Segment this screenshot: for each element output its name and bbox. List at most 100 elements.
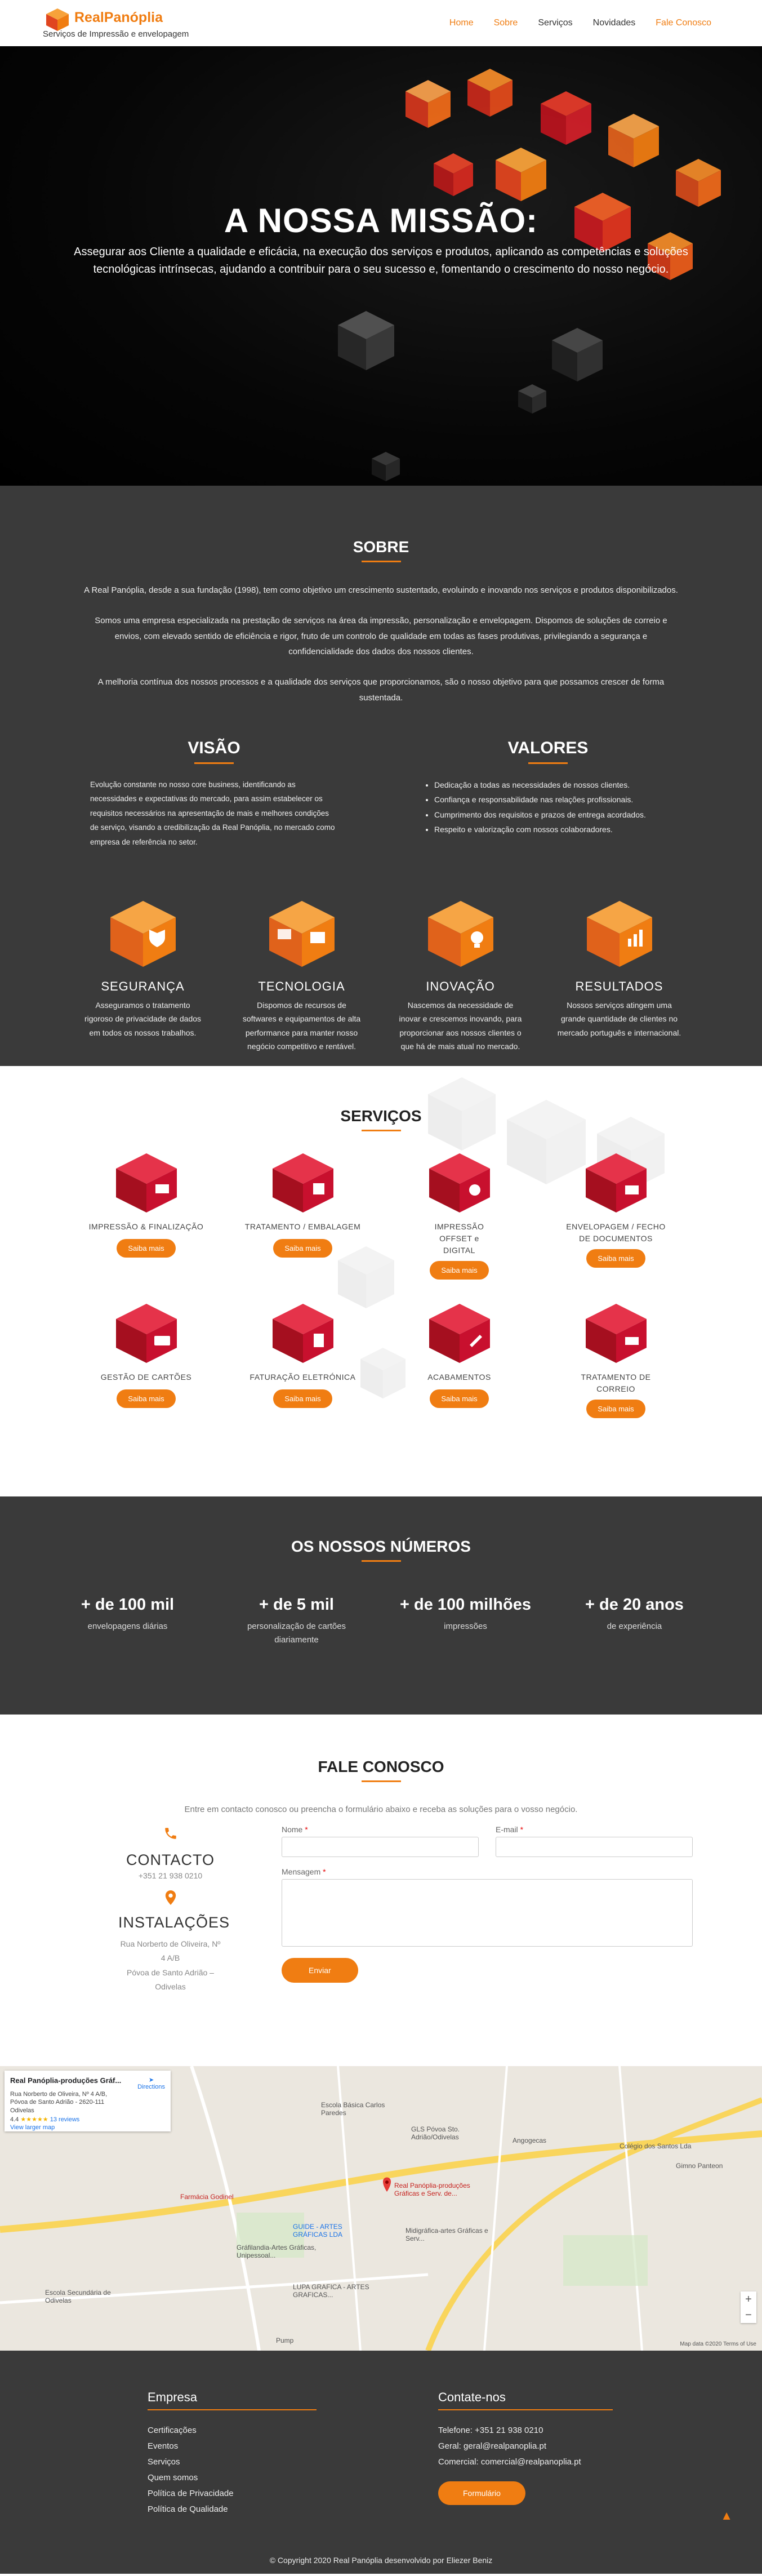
footer-email-comercial[interactable]: Comercial: comercial@realpanoplia.pt (438, 2454, 613, 2470)
nome-input[interactable] (282, 1837, 479, 1857)
pillar-title: INOVAÇÃO (426, 979, 495, 993)
pillar-title: SEGURANÇA (101, 979, 185, 993)
numeros-row: + de 100 mil envelopagens diárias + de 5… (0, 1596, 762, 1647)
servicos-grid: IMPRESSÃO & FINALIZAÇÃO Saiba mais TRATA… (0, 1152, 762, 1418)
footer-email-geral[interactable]: Geral: geral@realpanoplia.pt (438, 2439, 613, 2454)
map-label: Angogecas (513, 2137, 547, 2144)
nav-servicos[interactable]: Serviços (538, 18, 572, 28)
pillar-text: Asseguramos o tratamento rigoroso de pri… (84, 1000, 202, 1037)
saiba-mais-button[interactable]: Saiba mais (117, 1239, 176, 1258)
footer-links: Certificações Eventos Serviços Quem somo… (148, 2423, 317, 2517)
enviar-button[interactable]: Enviar (282, 1958, 358, 1983)
fale-subtitle: Entre em contacto conosco ou preencha o … (184, 1805, 578, 1814)
footer-underline (148, 2409, 317, 2410)
title-underline (528, 762, 568, 764)
map-reviews-link[interactable]: 13 reviews (50, 2116, 80, 2123)
map-label: Colégio dos Santos Lda (620, 2142, 692, 2150)
valores-column: VALORES Dedicação a todas as necessidade… (424, 739, 672, 850)
service-card: GESTÃO DE CARTÕES Saiba mais (68, 1302, 225, 1418)
stat-item: + de 20 anos de experiência (550, 1596, 719, 1647)
service-card: IMPRESSÃO & FINALIZAÇÃO Saiba mais (68, 1152, 225, 1280)
map-label: Gimno Panteon (676, 2162, 723, 2170)
contacto-title: CONTACTO (126, 1851, 215, 1868)
instalacoes-title: INSTALAÇÕES (118, 1914, 230, 1931)
sobre-paragraph-1: A Real Panóplia, desde a sua fundação (1… (84, 585, 678, 595)
envelope-cube-icon (585, 1153, 647, 1213)
footer-contate: Contate-nos Telefone: +351 21 938 0210 G… (438, 2390, 613, 2505)
hero-title: A NOSSA MISSÃO: (224, 202, 538, 239)
email-input[interactable] (496, 1837, 693, 1857)
title-underline (361, 1560, 401, 1562)
footer-empresa: Empresa Certificações Eventos Serviços Q… (148, 2390, 317, 2517)
saiba-mais-button[interactable]: Saiba mais (586, 1249, 645, 1268)
map-label: Farmácia Godinel (180, 2193, 234, 2201)
visao-valores: VISÃO Evolução constante no nosso core b… (0, 739, 762, 850)
sobre-paragraph-3: A melhoria contínua dos nossos processos… (97, 677, 665, 703)
directions-button[interactable]: ➤ Directions (137, 2076, 165, 2090)
service-label: FATURAÇÃO ELETRÓNICA (249, 1373, 356, 1382)
scroll-to-top-icon[interactable]: ▲ (720, 2508, 733, 2523)
footer-link[interactable]: Serviços (148, 2454, 317, 2470)
saiba-mais-button[interactable]: Saiba mais (117, 1389, 176, 1408)
fale-conosco-section: FALE CONOSCO Entre em contacto conosco o… (0, 1715, 762, 2066)
pillar-text: Nascemos da necessidade de inovar e cres… (399, 1000, 522, 1051)
phone-icon (164, 1828, 176, 1839)
pillar-tecnologia: TECNOLOGIA Dispomos de recursos de softw… (240, 898, 364, 1054)
title-underline (361, 561, 401, 562)
footer-link[interactable]: Certificações (148, 2423, 317, 2439)
footer-link[interactable]: Política de Qualidade (148, 2502, 317, 2517)
footer-link[interactable]: Eventos (148, 2439, 317, 2454)
nav-fale-conosco[interactable]: Fale Conosco (656, 18, 711, 28)
servicos-title: SERVIÇOS (340, 1107, 422, 1125)
hero-banner: A NOSSA MISSÃO: Assegurar aos Cliente a … (0, 46, 762, 486)
saiba-mais-button[interactable]: Saiba mais (430, 1389, 489, 1408)
mensagem-textarea[interactable] (282, 1879, 693, 1947)
nome-field-group: Nome * (282, 1825, 479, 1857)
sobre-paragraph-2: Somos uma empresa especializada na prest… (95, 615, 667, 657)
footer-copyright: © Copyright 2020 Real Panóplia desenvolv… (269, 2556, 493, 2565)
email-label: E-mail * (496, 1825, 524, 1834)
footer-link[interactable]: Quem somos (148, 2470, 317, 2486)
contact-phone[interactable]: +351 21 938 0210 (118, 1869, 222, 1883)
stat-desc: envelopagens diárias (87, 1622, 168, 1631)
nav-novidades[interactable]: Novidades (593, 18, 636, 28)
numeros-title: OS NOSSOS NÚMEROS (291, 1538, 471, 1555)
contact-info: CONTACTO +351 21 938 0210 INSTALAÇÕES Ru… (118, 1826, 230, 1994)
pillar-inovacao: INOVAÇÃO Nascemos da necessidade de inov… (399, 898, 523, 1054)
formulario-button[interactable]: Formulário (438, 2481, 525, 2505)
stat-desc: impressões (444, 1622, 487, 1631)
map-label: Pump (276, 2337, 294, 2344)
saiba-mais-button[interactable]: Saiba mais (430, 1261, 489, 1280)
map-label: GUIDE - ARTES GRÁFICAS LDA (293, 2223, 343, 2239)
zoom-in-icon[interactable]: + (745, 2293, 752, 2306)
saiba-mais-button[interactable]: Saiba mais (273, 1389, 332, 1408)
valores-item: Respeito e valorização com nossos colabo… (434, 822, 672, 837)
zoom-out-icon[interactable]: − (745, 2309, 752, 2321)
nav-home[interactable]: Home (449, 18, 474, 28)
nav-sobre[interactable]: Sobre (494, 18, 518, 28)
saiba-mais-button[interactable]: Saiba mais (273, 1239, 332, 1258)
hero-text: Assegurar aos Cliente a qualidade e efic… (74, 246, 688, 276)
map-zoom-controls[interactable]: + − (741, 2291, 756, 2323)
view-larger-map-link[interactable]: View larger map (10, 2124, 165, 2131)
nome-label: Nome * (282, 1825, 308, 1834)
map-label: GLS Póvoa Sto. Adrião/Odivelas (411, 2125, 460, 2141)
service-label: ACABAMENTOS (427, 1373, 491, 1382)
location-pin-icon (165, 1890, 176, 1906)
google-map[interactable]: Real Panóplia-produções Gráficas e Serv.… (0, 2066, 762, 2351)
stat-value: + de 100 milhões (400, 1596, 531, 1614)
brand-logo[interactable]: RealPanóplia Serviços de Impressão e env… (43, 7, 189, 39)
stat-value: + de 100 mil (81, 1596, 175, 1614)
saiba-mais-button[interactable]: Saiba mais (586, 1400, 645, 1418)
footer-link[interactable]: Política de Privacidade (148, 2486, 317, 2502)
rating-stars-icon: ★★★★★ (20, 2116, 48, 2123)
map-place-card: Real Panóplia-produções Gráf... ➤ Directi… (5, 2071, 171, 2131)
service-label: TRATAMENTO / EMBALAGEM (244, 1222, 361, 1231)
pillars-row: SEGURANÇA Asseguramos o tratamento rigor… (0, 898, 762, 1054)
numeros-section: OS NOSSOS NÚMEROS + de 100 mil envelopag… (0, 1496, 762, 1715)
map-label: Gráfilandia-Artes Gráficas, Unipessoal..… (237, 2244, 317, 2259)
map-label: LUPA GRAFICA - ARTES GRAFICAS... (293, 2283, 369, 2299)
stat-item: + de 100 milhões impressões (381, 1596, 550, 1647)
stat-desc: personalização de cartões diariamente (247, 1622, 346, 1645)
map-marker-label: Real Panóplia-produções Gráficas e Serv.… (394, 2182, 470, 2197)
